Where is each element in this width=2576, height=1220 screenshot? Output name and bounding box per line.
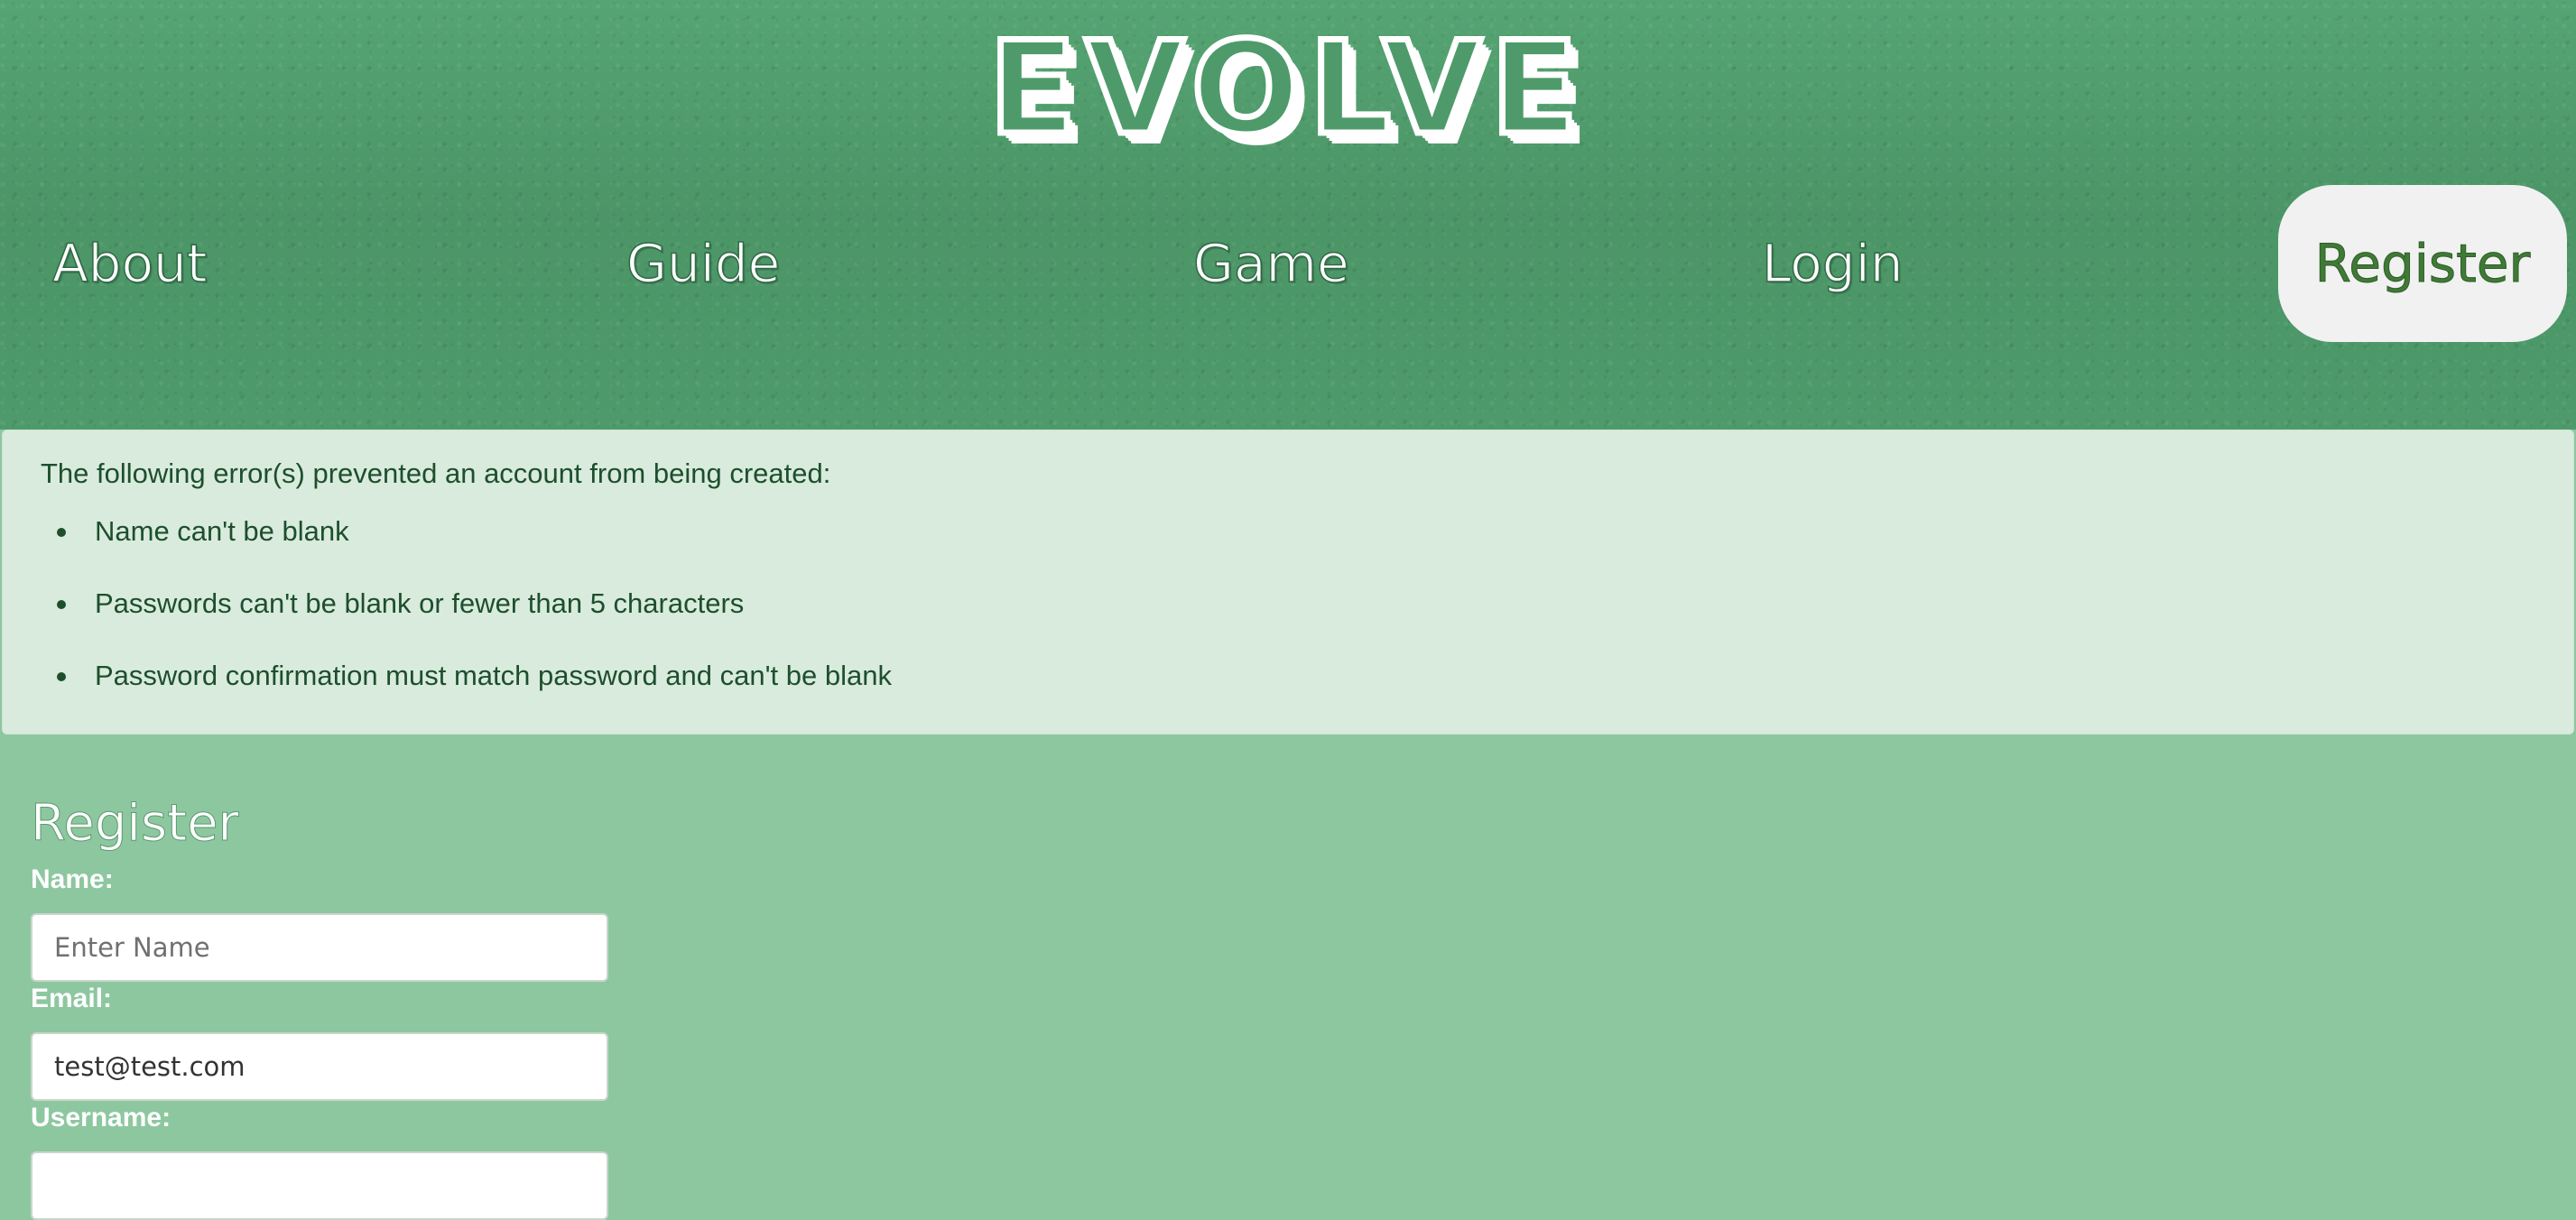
nav-item-guide[interactable]: Guide: [625, 185, 781, 342]
error-item-password-confirmation: Password confirmation must match passwor…: [3, 658, 892, 730]
name-label: Name:: [31, 864, 114, 894]
error-item-name: Name can't be blank: [3, 513, 892, 586]
nav-item-register[interactable]: Register: [2278, 185, 2567, 342]
nav-item-about[interactable]: About: [51, 185, 208, 342]
error-heading: The following error(s) prevented an acco…: [41, 458, 831, 489]
username-input[interactable]: [31, 1151, 608, 1220]
email-label: Email:: [31, 984, 113, 1013]
error-panel: The following error(s) prevented an acco…: [2, 430, 2574, 735]
site-header: EVOLVE About Guide Game Login Register: [0, 0, 2576, 430]
name-input[interactable]: [31, 913, 608, 982]
site-logo[interactable]: EVOLVE: [0, 22, 2576, 156]
nav-item-login[interactable]: Login: [1761, 185, 1904, 342]
form-title: Register: [31, 794, 240, 854]
main-nav: About Guide Game Login Register: [0, 185, 2576, 342]
error-item-password: Passwords can't be blank or fewer than 5…: [3, 586, 892, 658]
register-form: Register Name: Email: Username:: [0, 736, 2576, 1220]
nav-item-game[interactable]: Game: [1192, 185, 1349, 342]
error-list: Name can't be blank Passwords can't be b…: [3, 513, 892, 730]
username-label: Username:: [31, 1103, 171, 1132]
email-input[interactable]: [31, 1032, 608, 1101]
